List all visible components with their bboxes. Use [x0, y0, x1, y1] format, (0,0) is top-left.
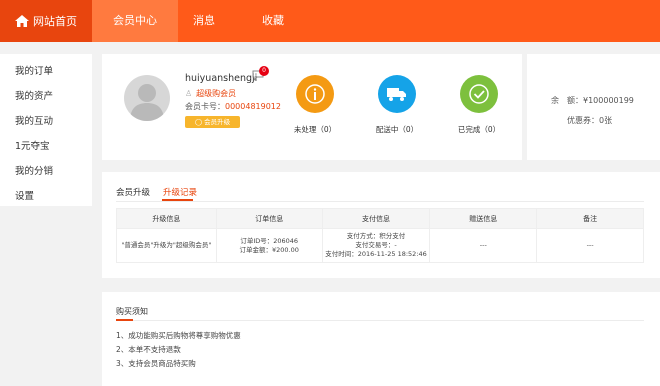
upgrade-panel: 会员升级 升级记录 升级信息 订单信息 支付信息 赠送信息 备注 "普通会员"升… — [102, 172, 660, 278]
coupon-value: 0张 — [599, 116, 613, 125]
cell-payment-info: 支付方式：积分支付 支付交易号：- 支付时间：2016-11-25 18:52:… — [321, 228, 431, 263]
card-number-label: 会员卡号： — [185, 102, 225, 111]
col-payment-info: 支付信息 — [321, 208, 431, 229]
col-upgrade-info: 升级信息 — [116, 208, 217, 229]
nav-messages[interactable]: 消息 — [193, 0, 215, 42]
cell-gift-info: --- — [429, 228, 538, 263]
member-level-label: 超级购会员 — [196, 89, 237, 98]
pending-label: 未处理（0） — [293, 125, 337, 134]
member-level: ♙ 超级购会员 — [185, 88, 236, 99]
message-count-badge: 0 — [259, 66, 269, 76]
check-icon — [469, 84, 489, 104]
pay-no: 支付交易号：- — [355, 241, 397, 249]
shipping-status-button[interactable] — [378, 75, 416, 113]
nav-favorites[interactable]: 收藏 — [262, 0, 284, 42]
order-id: 订单ID号：206046 — [240, 236, 299, 245]
card-number-value: 00004819012 — [225, 102, 281, 111]
balance-panel: 余 额：¥100000199 优惠券：0张 — [527, 54, 660, 160]
balance-row: 余 额：¥100000199 — [551, 95, 634, 106]
tab-divider — [116, 201, 644, 202]
sidebar-item-orders[interactable]: 我的订单 — [15, 63, 53, 77]
sidebar-item-interaction[interactable]: 我的互动 — [15, 113, 53, 127]
user-silhouette-icon — [130, 84, 164, 121]
col-gift-info: 赠送信息 — [429, 208, 538, 229]
tab-upgrade-records[interactable]: 升级记录 — [163, 186, 197, 198]
active-tab-indicator — [162, 199, 193, 201]
pay-time: 支付时间：2016-11-25 18:52:46 — [325, 250, 427, 258]
username: huiyuanshengji — [185, 73, 258, 84]
info-icon — [305, 84, 325, 104]
notice-title-underline — [116, 319, 133, 321]
balance-label: 余 额： — [551, 96, 583, 105]
shipping-label: 配送中（0） — [375, 125, 419, 134]
upgrade-records-table: 升级信息 订单信息 支付信息 赠送信息 备注 "普通会员"升级为"超级购会员" … — [116, 208, 644, 263]
order-amount: 订单金额：¥200.00 — [239, 245, 299, 254]
sidebar-item-lottery[interactable]: 1元夺宝 — [15, 138, 50, 152]
table-header-row: 升级信息 订单信息 支付信息 赠送信息 备注 — [116, 208, 644, 229]
completed-label: 已完成（0） — [457, 125, 501, 134]
top-nav: 网站首页 会员中心 消息 收藏 — [0, 0, 660, 42]
pay-method: 支付方式：积分支付 — [346, 232, 406, 240]
tab-member-upgrade[interactable]: 会员升级 — [116, 186, 150, 198]
coupon-label: 优惠券： — [567, 116, 599, 125]
completed-status-button[interactable] — [460, 75, 498, 113]
cell-remark: --- — [536, 228, 644, 263]
col-remark: 备注 — [536, 208, 644, 229]
notice-title: 购买须知 — [116, 307, 148, 316]
cell-order-info: 订单ID号：206046 订单金额：¥200.00 — [215, 228, 323, 263]
upgrade-button-label: 会员升级 — [204, 118, 231, 126]
upgrade-button[interactable]: ◯ 会员升级 — [185, 116, 240, 128]
user-icon: ♙ — [185, 89, 193, 98]
sidebar: 我的订单 我的资产 我的互动 1元夺宝 我的分销 设置 — [0, 54, 92, 206]
coupon-row: 优惠券：0张 — [567, 115, 612, 126]
notice-item: 2、本单不支持退款 — [116, 345, 181, 354]
home-icon — [15, 15, 29, 27]
sidebar-item-distribution[interactable]: 我的分销 — [15, 163, 53, 177]
avatar[interactable] — [124, 75, 170, 121]
notice-item: 1、成功能购买后购物将尊享购物优惠 — [116, 331, 241, 340]
balance-value: ¥100000199 — [583, 96, 634, 105]
table-row: "普通会员"升级为"超级购会员" 订单ID号：206046 订单金额：¥200.… — [116, 228, 644, 263]
profile-card: huiyuanshengji 0 ♙ 超级购会员 会员卡号：00004819012… — [102, 54, 522, 160]
purchase-notice: 购买须知 1、成功能购买后购物将尊享购物优惠 2、本单不支持退款 3、支持会员商… — [102, 292, 660, 386]
nav-home[interactable]: 网站首页 — [0, 0, 92, 42]
sidebar-item-assets[interactable]: 我的资产 — [15, 88, 53, 102]
notice-divider — [116, 320, 644, 321]
col-order-info: 订单信息 — [215, 208, 323, 229]
cell-upgrade-info: "普通会员"升级为"超级购会员" — [116, 228, 217, 263]
notice-item: 3、支持会员商品特买购 — [116, 359, 196, 368]
nav-member-center[interactable]: 会员中心 — [92, 0, 178, 42]
pending-status-button[interactable] — [296, 75, 334, 113]
sidebar-item-settings[interactable]: 设置 — [15, 188, 34, 202]
nav-home-label: 网站首页 — [33, 15, 77, 28]
card-number: 会员卡号：00004819012 — [185, 101, 281, 112]
truck-icon — [387, 88, 406, 101]
upgrade-icon: ◯ — [194, 118, 203, 126]
